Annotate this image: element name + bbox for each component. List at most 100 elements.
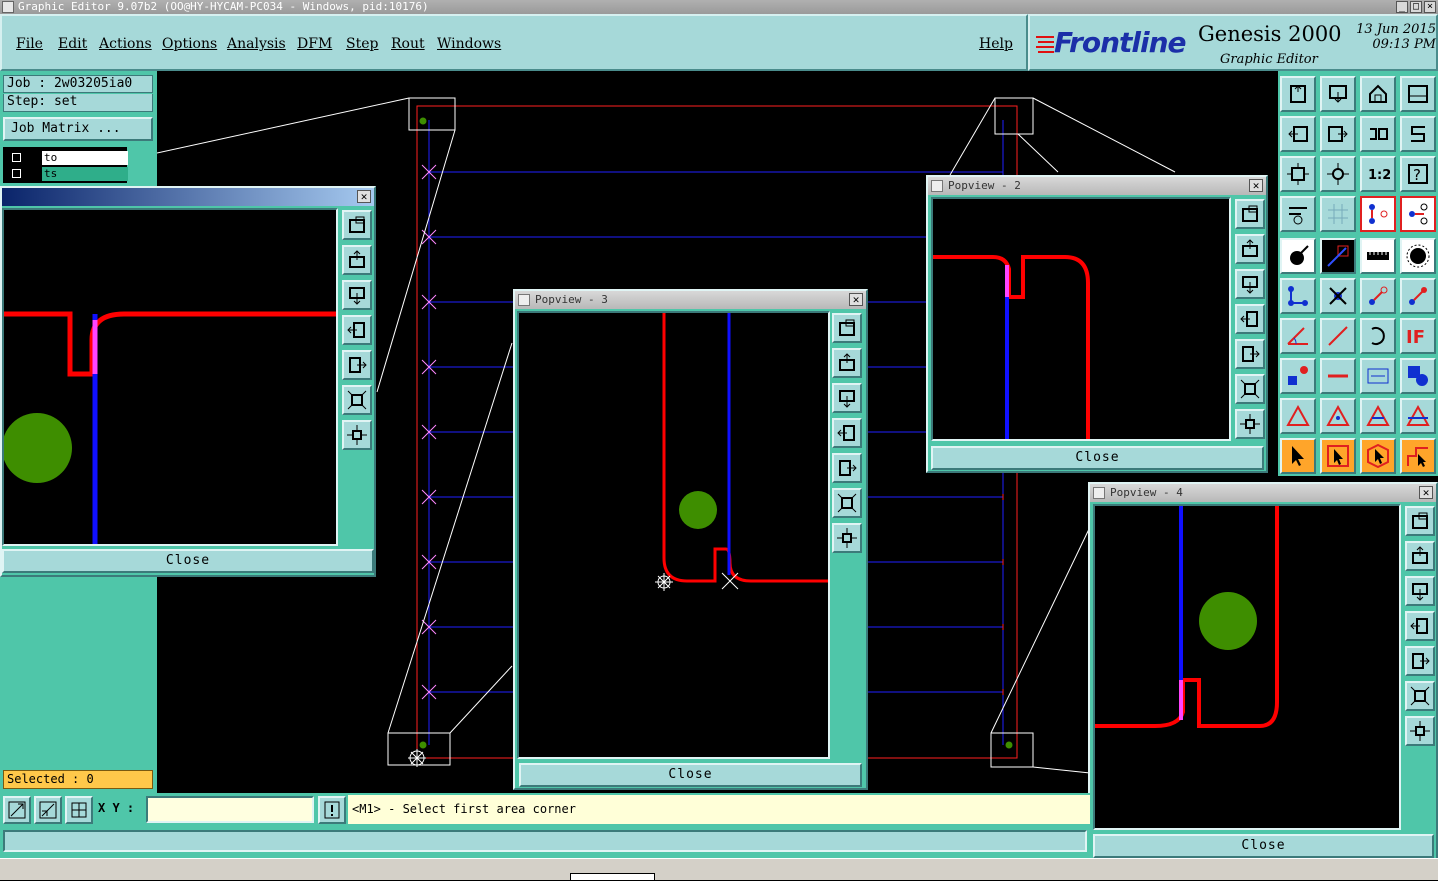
popview-zoom-icon[interactable] <box>1405 506 1435 536</box>
popview-center-icon[interactable] <box>342 420 372 450</box>
popview-3-close-icon[interactable]: ✕ <box>849 293 863 306</box>
layer-checkbox[interactable] <box>12 169 21 178</box>
popview-left-icon[interactable] <box>1235 304 1265 334</box>
popview-fit-icon[interactable] <box>1235 374 1265 404</box>
horizontal-line-icon[interactable] <box>1320 358 1356 394</box>
pan-left-icon[interactable] <box>1280 116 1316 152</box>
redraw-icon[interactable] <box>1360 116 1396 152</box>
popview-center-icon[interactable] <box>1405 716 1435 746</box>
popview-down-icon[interactable] <box>832 383 862 413</box>
popview-zoom-icon[interactable] <box>832 313 862 343</box>
ruler-icon[interactable] <box>1360 238 1396 274</box>
help-icon[interactable]: ? <box>1400 156 1436 192</box>
layer-row[interactable]: to <box>8 151 128 166</box>
measure-area-icon[interactable] <box>34 796 62 824</box>
select-net-icon[interactable] <box>1400 438 1436 474</box>
layer-row[interactable]: ts <box>8 167 128 182</box>
popview-up-icon[interactable] <box>1405 541 1435 571</box>
popview-left-icon[interactable] <box>832 418 862 448</box>
menu-dfm[interactable]: DFM <box>297 36 332 52</box>
popview-right-icon[interactable] <box>832 453 862 483</box>
snap-icon[interactable] <box>1400 116 1436 152</box>
triangle-icon[interactable] <box>1280 398 1316 434</box>
menu-step[interactable]: Step <box>346 36 378 52</box>
layer-select-2-icon[interactable] <box>1400 196 1436 232</box>
menu-options[interactable]: Options <box>162 36 217 52</box>
pad-round-icon[interactable] <box>1400 238 1436 274</box>
popview-fit-icon[interactable] <box>832 488 862 518</box>
popview-1-close-button[interactable]: Close <box>2 549 374 573</box>
maximize-button[interactable]: □ <box>1410 1 1422 13</box>
popview-zoom-icon[interactable] <box>1235 199 1265 229</box>
text-icon[interactable]: IF <box>1400 318 1436 354</box>
popview-1-view[interactable] <box>2 208 338 546</box>
menu-actions[interactable]: Actions <box>99 36 152 52</box>
popview-up-icon[interactable] <box>1235 234 1265 264</box>
pad-move-icon[interactable] <box>1280 358 1316 394</box>
menu-file[interactable]: File <box>16 36 43 52</box>
window-icon[interactable] <box>1400 76 1436 112</box>
settings-icon[interactable] <box>1280 196 1316 232</box>
layer-checkbox[interactable] <box>12 153 21 162</box>
line-add-icon[interactable] <box>1320 238 1356 274</box>
angle-icon[interactable] <box>1280 318 1316 354</box>
center-icon[interactable] <box>1320 156 1356 192</box>
info-icon[interactable] <box>318 796 346 824</box>
move-point-icon[interactable] <box>1360 278 1396 314</box>
scale-1-2-icon[interactable]: 1:2 <box>1360 156 1396 192</box>
zoom-area-icon[interactable] <box>3 796 31 824</box>
menu-help[interactable]: Help <box>979 36 1013 52</box>
home-icon[interactable] <box>1360 76 1396 112</box>
line-draw-icon[interactable] <box>1320 318 1356 354</box>
popview-4-close-icon[interactable]: ✕ <box>1419 486 1433 499</box>
popview-down-icon[interactable] <box>1405 576 1435 606</box>
popview-left-icon[interactable] <box>342 315 372 345</box>
popview-fit-icon[interactable] <box>1405 681 1435 711</box>
select-box-icon[interactable] <box>1320 438 1356 474</box>
popview-2-close-icon[interactable]: ✕ <box>1249 179 1263 192</box>
popview-3-view[interactable] <box>517 311 830 759</box>
command-line[interactable] <box>3 830 1087 852</box>
menu-windows[interactable]: Windows <box>437 36 501 52</box>
popview-center-icon[interactable] <box>832 523 862 553</box>
popview-4-view[interactable] <box>1093 504 1401 830</box>
popview-2-close-button[interactable]: Close <box>931 446 1264 470</box>
popview-right-icon[interactable] <box>1405 646 1435 676</box>
pan-right-icon[interactable] <box>1320 116 1356 152</box>
popview-down-icon[interactable] <box>1235 269 1265 299</box>
close-window-button[interactable]: × <box>1424 1 1436 13</box>
delete-point-icon[interactable] <box>1320 278 1356 314</box>
arc-icon[interactable] <box>1360 318 1396 354</box>
popview-3-close-button[interactable]: Close <box>519 763 862 787</box>
menu-edit[interactable]: Edit <box>58 36 87 52</box>
layer-select-icon[interactable] <box>1360 196 1396 232</box>
popview-2-view[interactable] <box>931 197 1231 441</box>
pad-add-icon[interactable] <box>1280 238 1316 274</box>
popview-1-close-icon[interactable]: ✕ <box>357 190 371 203</box>
select-polygon-icon[interactable] <box>1360 438 1396 474</box>
triangle-a-icon[interactable] <box>1360 398 1396 434</box>
drag-point-icon[interactable] <box>1400 278 1436 314</box>
zoom-down-icon[interactable] <box>1320 76 1356 112</box>
popview-zoom-icon[interactable] <box>342 210 372 240</box>
popview-down-icon[interactable] <box>342 280 372 310</box>
popview-center-icon[interactable] <box>1235 409 1265 439</box>
popview-fit-icon[interactable] <box>342 385 372 415</box>
grid-snap-icon[interactable] <box>65 796 93 824</box>
grid-icon[interactable] <box>1320 196 1356 232</box>
xy-input[interactable] <box>146 796 314 823</box>
fit-icon[interactable] <box>1280 156 1316 192</box>
triangle-select-icon[interactable] <box>1320 398 1356 434</box>
popview-right-icon[interactable] <box>1235 339 1265 369</box>
menu-rout[interactable]: Rout <box>391 36 425 52</box>
connect-icon[interactable] <box>1280 278 1316 314</box>
popview-right-icon[interactable] <box>342 350 372 380</box>
popview-up-icon[interactable] <box>342 245 372 275</box>
shapes-icon[interactable] <box>1400 358 1436 394</box>
popview-left-icon[interactable] <box>1405 611 1435 641</box>
select-pointer-icon[interactable] <box>1280 438 1316 474</box>
zoom-home-icon[interactable] <box>1280 76 1316 112</box>
triangle-b-icon[interactable] <box>1400 398 1436 434</box>
menu-analysis[interactable]: Analysis <box>227 36 286 52</box>
minimize-button[interactable]: _ <box>1396 1 1408 13</box>
